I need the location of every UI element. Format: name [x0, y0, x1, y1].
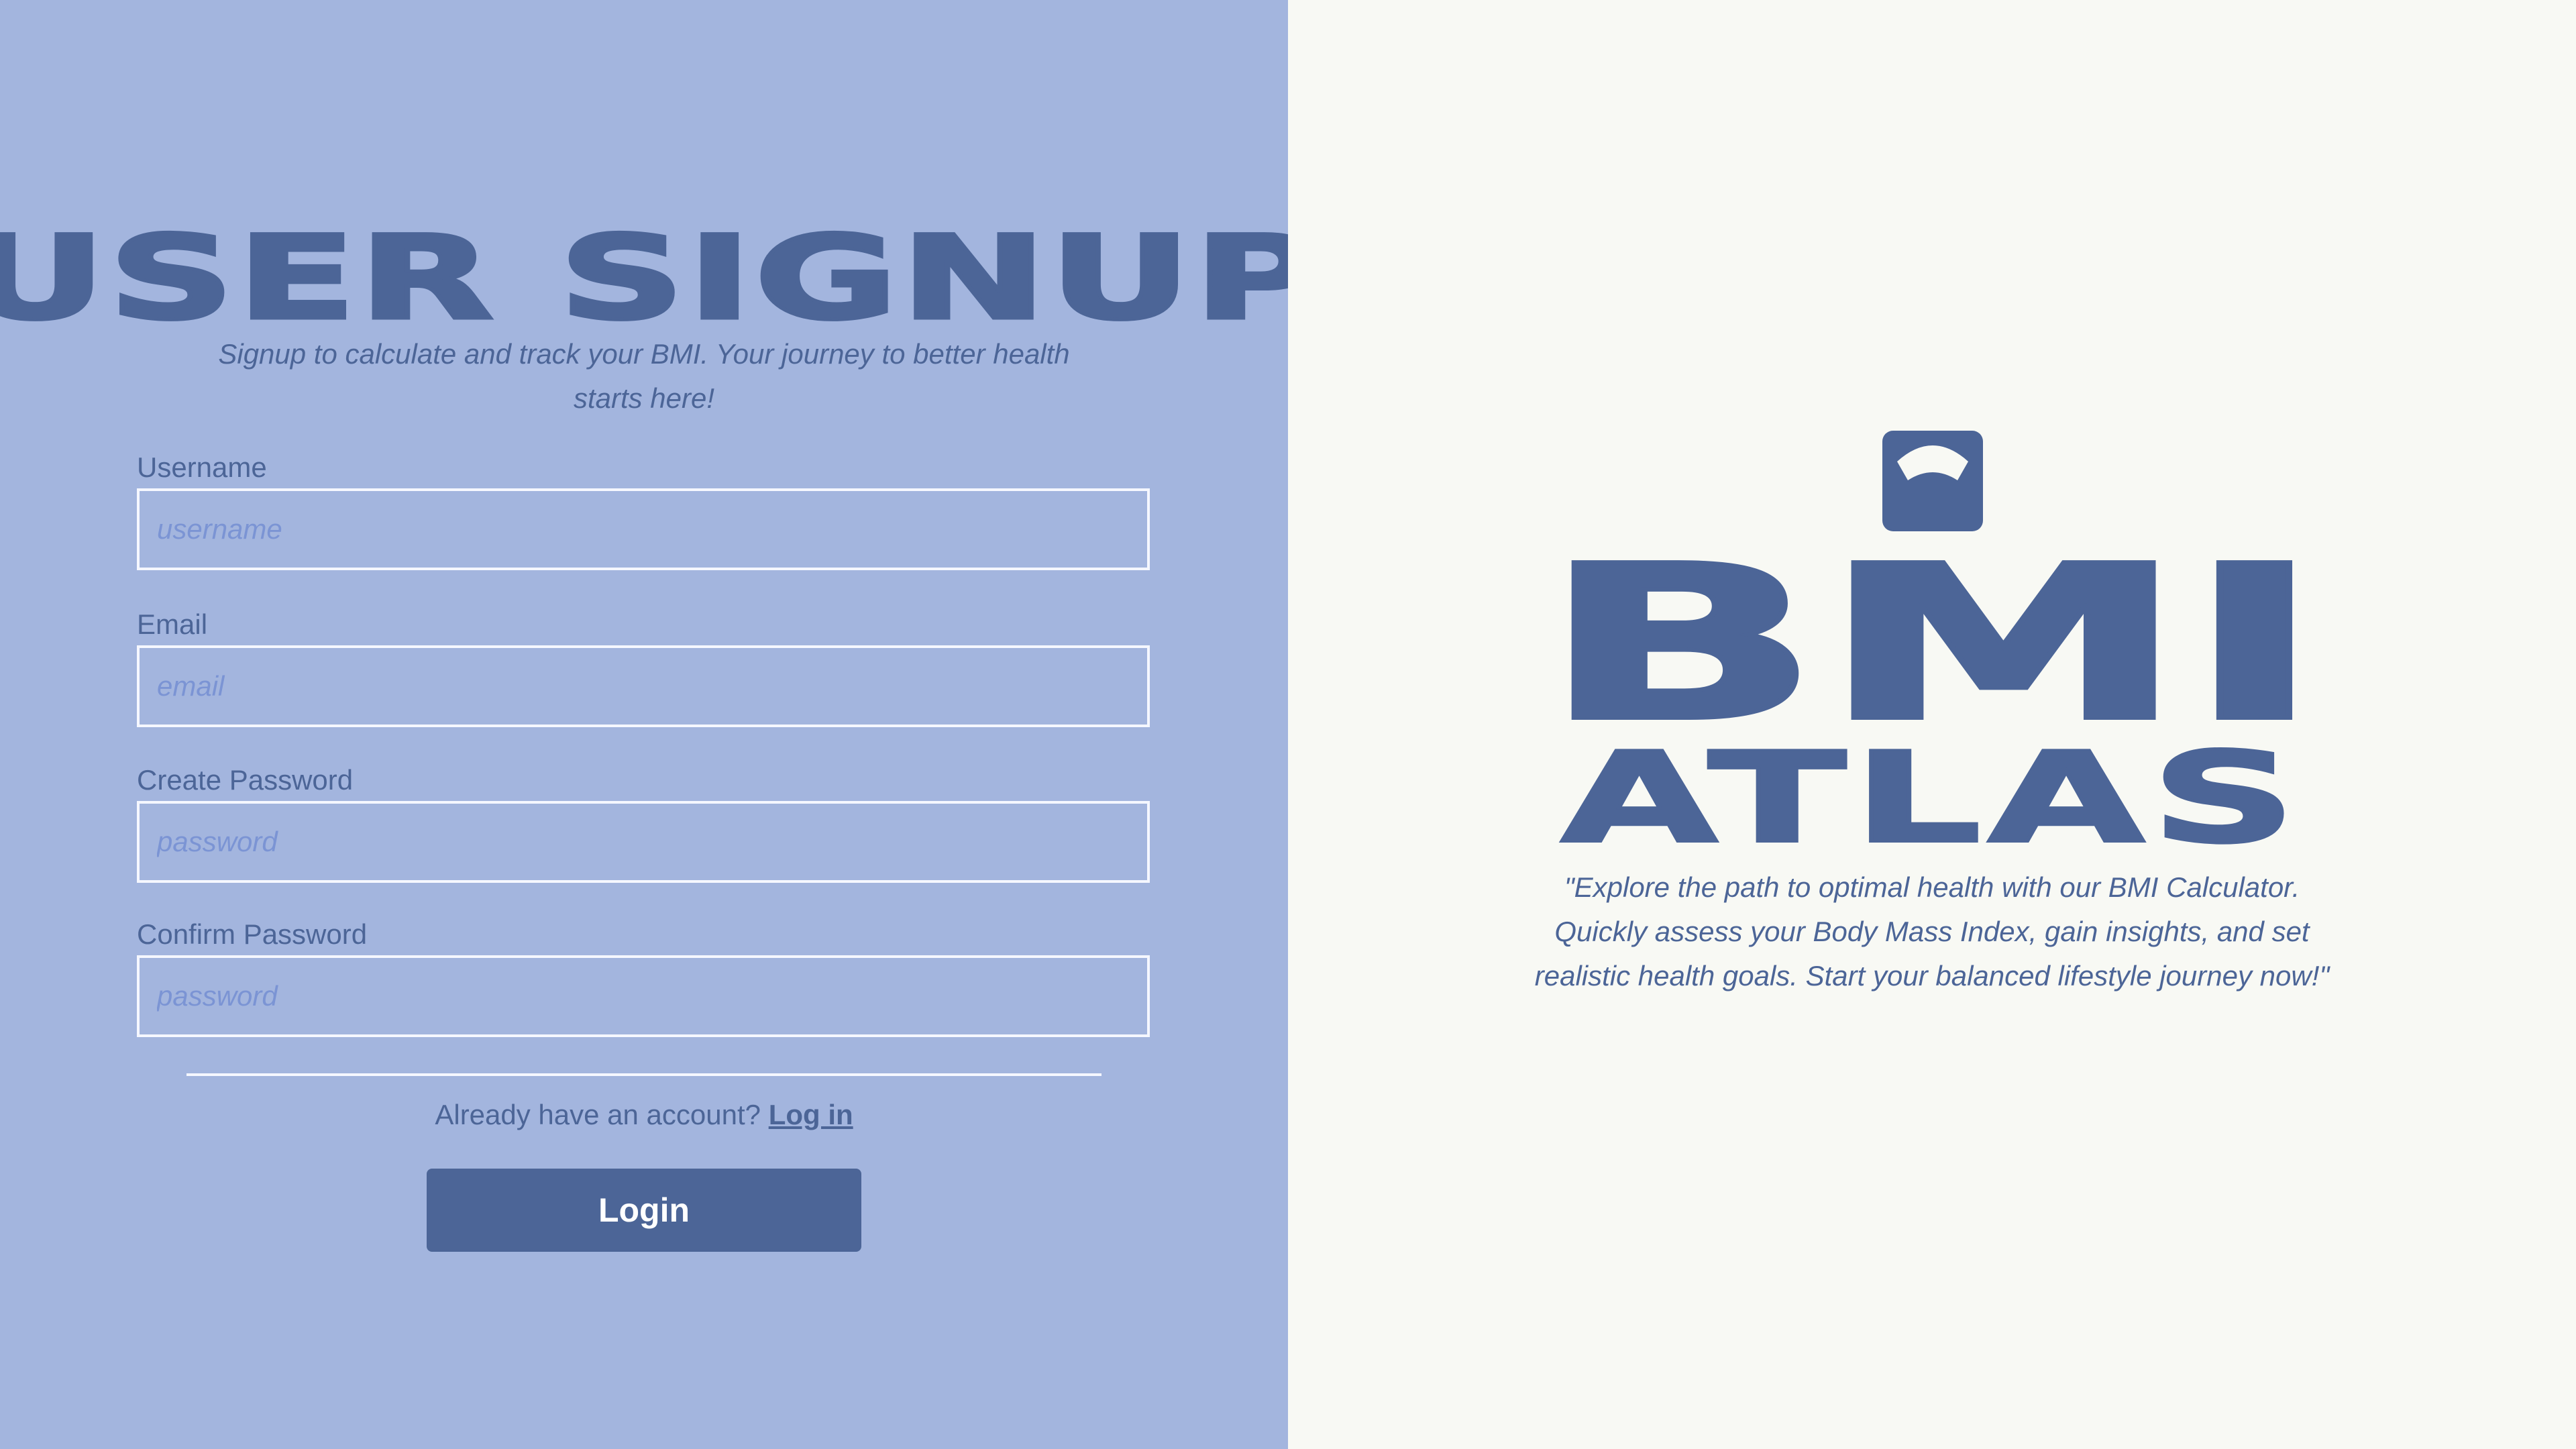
email-label: Email — [137, 608, 208, 640]
bathroom-scale-icon — [1882, 431, 1983, 531]
form-divider — [186, 1073, 1102, 1076]
brand-tagline: "Explore the path to optimal health with… — [1534, 871, 2330, 991]
account-prompt-line: Already have an account? Log in — [0, 1095, 1288, 1135]
brand-logo-bmi: BMI — [1538, 520, 2326, 768]
account-prompt-text: Already have an account? — [435, 1099, 761, 1130]
login-button[interactable]: Login — [427, 1169, 861, 1252]
signup-subtitle: Signup to calculate and track your BMI. … — [218, 338, 1070, 414]
login-link[interactable]: Log in — [769, 1099, 853, 1130]
confirm-password-label: Confirm Password — [137, 918, 368, 950]
brand-logo-atlas: ATLAS — [1559, 725, 2304, 871]
create-password-label: Create Password — [137, 764, 354, 796]
confirm-password-input[interactable] — [137, 955, 1150, 1037]
username-label: Username — [137, 451, 267, 483]
